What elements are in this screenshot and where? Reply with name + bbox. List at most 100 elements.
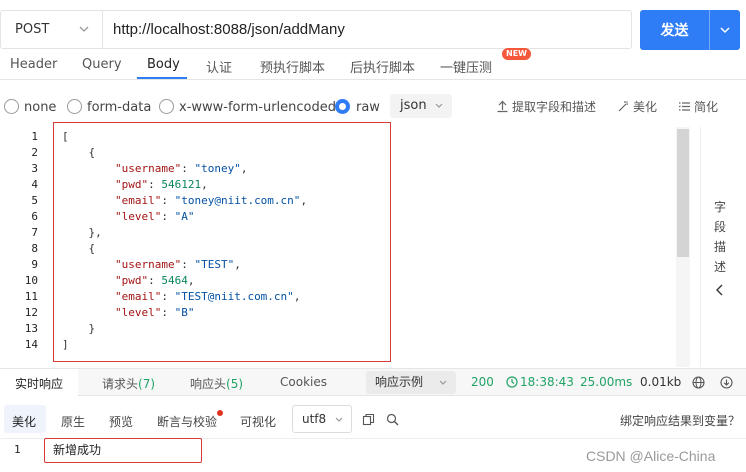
code-token: ] bbox=[62, 338, 69, 351]
method-select[interactable]: POST bbox=[1, 11, 103, 48]
response-example-select[interactable]: 响应示例 bbox=[366, 371, 456, 394]
code-token: }, bbox=[62, 226, 102, 239]
tab-stress-test[interactable]: 一键压测 bbox=[440, 57, 492, 76]
tab-request-headers-label: 请求头 bbox=[102, 377, 139, 391]
code-line[interactable]: "email": "toney@niit.com.cn", bbox=[62, 193, 682, 209]
visualize-button[interactable]: 可视化 bbox=[240, 413, 276, 430]
code-token: : bbox=[148, 274, 162, 287]
send-options-button[interactable] bbox=[710, 23, 740, 37]
line-number: 3 bbox=[31, 162, 38, 175]
side-panel-char: 描 bbox=[713, 240, 726, 254]
code-token: "toney@niit.com.cn" bbox=[174, 194, 301, 207]
code-line[interactable]: "level": "B" bbox=[62, 305, 682, 321]
request-headers-count: (7) bbox=[138, 377, 156, 391]
beautify-button[interactable]: 美化 bbox=[617, 98, 657, 115]
radio-none-label[interactable]: none bbox=[24, 100, 56, 115]
radio-form-data-label[interactable]: form-data bbox=[87, 100, 151, 115]
line-number: 4 bbox=[31, 178, 38, 191]
line-number: 5 bbox=[31, 194, 38, 207]
response-size: 0.01kb bbox=[640, 375, 682, 389]
code-token: "toney" bbox=[194, 162, 241, 175]
code-token: : bbox=[161, 290, 175, 303]
code-token: "TEST" bbox=[194, 258, 235, 271]
tab-query[interactable]: Query bbox=[82, 57, 122, 72]
code-line[interactable]: "pwd": 5464, bbox=[62, 273, 682, 289]
code-token: "username" bbox=[114, 258, 182, 271]
globe-icon[interactable] bbox=[692, 376, 705, 389]
request-tabs: Header Query Body 认证 预执行脚本 后执行脚本 一键压测 bbox=[0, 52, 746, 80]
body-editor[interactable]: 1 2 3 4 5 6 7 8 9 10 11 12 13 14 [ { "username": "ton… bbox=[0, 122, 746, 367]
view-beautify-button[interactable]: 美化 bbox=[12, 413, 36, 430]
code-token: "email" bbox=[114, 194, 162, 207]
code-token: : bbox=[148, 178, 162, 191]
code-line[interactable]: "username": "TEST", bbox=[62, 257, 682, 273]
send-button[interactable]: 发送 bbox=[640, 20, 709, 40]
tab-response-headers-label: 响应头 bbox=[190, 377, 227, 391]
line-number: 8 bbox=[31, 242, 38, 255]
code-token: "level" bbox=[114, 210, 162, 223]
scrollbar-thumb[interactable] bbox=[677, 129, 689, 257]
response-timestamp: 18:38:43 bbox=[520, 375, 574, 389]
code-line[interactable]: { bbox=[62, 241, 682, 257]
code-line[interactable]: } bbox=[62, 321, 682, 337]
code-line[interactable]: "level": "A" bbox=[62, 209, 682, 225]
code-line[interactable]: }, bbox=[62, 225, 682, 241]
view-raw-button[interactable]: 原生 bbox=[61, 413, 85, 430]
code-line[interactable]: "pwd": 546121, bbox=[62, 177, 682, 193]
radio-raw[interactable] bbox=[335, 99, 350, 114]
encoding-select[interactable]: utf8 bbox=[292, 405, 352, 433]
tab-body[interactable]: Body bbox=[147, 57, 180, 72]
code-line[interactable]: ] bbox=[62, 337, 682, 353]
code-line[interactable]: [ bbox=[62, 129, 682, 145]
tab-post-script[interactable]: 后执行脚本 bbox=[350, 57, 415, 76]
status-code: 200 bbox=[471, 375, 494, 389]
radio-urlencoded[interactable] bbox=[159, 99, 174, 114]
code-token: , bbox=[240, 162, 248, 175]
clock-icon bbox=[506, 376, 518, 388]
chevron-left-icon[interactable] bbox=[713, 283, 727, 297]
raw-format-select[interactable]: json bbox=[390, 94, 452, 118]
response-duration: 25.00ms bbox=[580, 375, 633, 389]
search-icon[interactable] bbox=[386, 413, 399, 426]
line-number: 12 bbox=[24, 306, 38, 319]
tab-pre-script[interactable]: 预执行脚本 bbox=[260, 57, 325, 76]
tab-response-headers[interactable]: 响应头(5) bbox=[190, 375, 243, 392]
extract-fields-label: 提取字段和描述 bbox=[512, 100, 597, 114]
code-line[interactable]: "username": "toney", bbox=[62, 161, 682, 177]
response-text[interactable]: 新增成功 bbox=[44, 438, 202, 463]
assert-button[interactable]: 断言与校验 bbox=[157, 413, 217, 430]
radio-form-data[interactable] bbox=[67, 99, 82, 114]
bind-response-to-variable-link[interactable]: 绑定响应结果到变量？ bbox=[620, 412, 740, 429]
url-input[interactable]: http://localhost:8088/json/addMany bbox=[103, 21, 345, 38]
simplify-button[interactable]: 简化 bbox=[678, 98, 718, 115]
code-line[interactable]: "email": "TEST@niit.com.cn", bbox=[62, 289, 682, 305]
radio-raw-label[interactable]: raw bbox=[356, 100, 380, 115]
code-line[interactable]: { bbox=[62, 145, 682, 161]
line-number: 13 bbox=[24, 322, 38, 335]
download-icon[interactable] bbox=[720, 376, 733, 389]
tab-header[interactable]: Header bbox=[10, 57, 57, 72]
radio-urlencoded-label[interactable]: x-www-form-urlencoded bbox=[179, 100, 336, 115]
tab-realtime-response[interactable]: 实时响应 bbox=[15, 375, 63, 392]
extract-fields-button[interactable]: 提取字段和描述 bbox=[496, 98, 596, 115]
field-description-label[interactable]: 字段描述 bbox=[712, 197, 728, 277]
view-preview-button[interactable]: 预览 bbox=[109, 413, 133, 430]
send-button-group: 发送 bbox=[640, 10, 740, 50]
code-token: "B" bbox=[174, 306, 195, 319]
copy-icon[interactable] bbox=[362, 413, 375, 426]
code-area[interactable]: [ { "username": "toney", "pwd": 546121, … bbox=[62, 129, 682, 353]
tab-auth[interactable]: 认证 bbox=[206, 57, 232, 76]
beautify-label: 美化 bbox=[633, 100, 658, 114]
method-label: POST bbox=[15, 22, 50, 37]
line-number: 9 bbox=[31, 258, 38, 271]
tab-request-headers[interactable]: 请求头(7) bbox=[102, 375, 155, 392]
radio-none[interactable] bbox=[4, 99, 19, 114]
response-headers-count: (5) bbox=[226, 377, 244, 391]
tab-cookies[interactable]: Cookies bbox=[280, 375, 327, 389]
